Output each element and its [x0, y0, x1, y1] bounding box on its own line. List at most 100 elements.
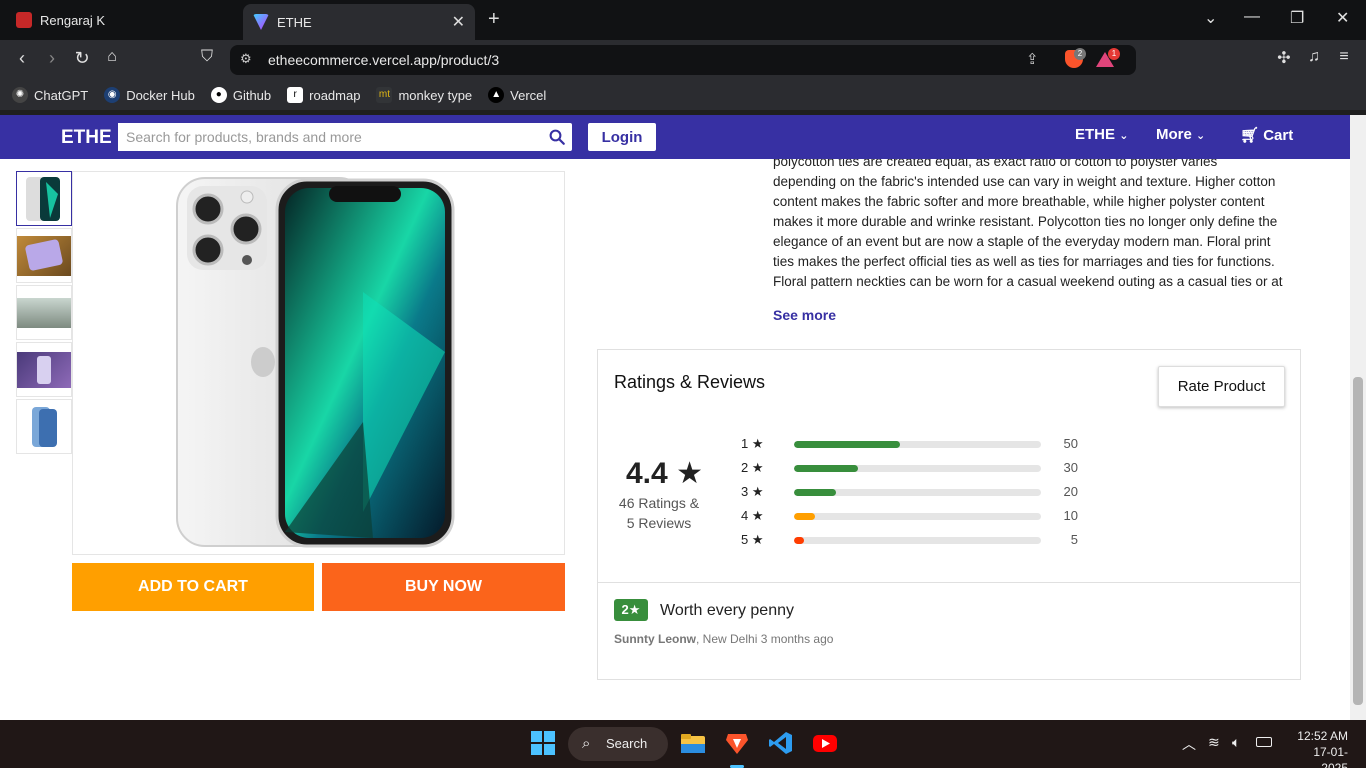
address-bar[interactable]: ⚙ etheecommerce.vercel.app/product/3 ⇪ 2… — [230, 45, 1136, 75]
brave-browser-icon[interactable] — [724, 730, 750, 756]
rating-count: 20 — [1063, 484, 1078, 499]
bookmark-github[interactable]: ● Github — [210, 87, 271, 103]
close-window-icon[interactable]: ✕ — [1336, 8, 1349, 28]
minimize-icon[interactable]: — — [1244, 8, 1260, 26]
chevron-down-icon: ⌄ — [1196, 130, 1206, 142]
file-explorer-icon[interactable] — [680, 730, 706, 756]
thumbnail-3[interactable] — [16, 285, 72, 340]
review-meta: Sunnty Leonw, New Delhi 3 months ago — [614, 632, 833, 646]
menu-icon[interactable]: ≡ — [1332, 48, 1356, 66]
bookmark-monkey-type[interactable]: mt monkey type — [376, 87, 472, 103]
image-thumbnails — [16, 171, 72, 456]
site-logo[interactable]: ETHE — [61, 127, 112, 149]
battery-icon[interactable] — [1256, 737, 1272, 747]
star-icon: ★ — [676, 457, 703, 490]
phone-blue-thumbnail — [32, 406, 57, 447]
youtube-icon[interactable] — [812, 730, 838, 756]
url-text[interactable]: etheecommerce.vercel.app/product/3 — [268, 52, 499, 68]
ratings-summary: 46 Ratings & 5 Reviews — [618, 495, 700, 531]
product-description: polycotton ties are created equal, as ex… — [773, 159, 1303, 292]
reload-icon[interactable]: ↻ — [70, 48, 94, 69]
tab-title: ETHE — [277, 14, 312, 30]
ratings-title: Ratings & Reviews — [614, 372, 766, 392]
extensions-icon[interactable]: ✣ — [1272, 48, 1296, 68]
phone-outdoor-thumbnail — [17, 297, 71, 328]
search-input[interactable] — [118, 123, 538, 151]
description-line: content makes the fabric softer and more… — [773, 194, 1265, 209]
rating-count: 10 — [1063, 508, 1078, 523]
wifi-icon[interactable]: ≋ — [1208, 734, 1220, 751]
rating-distribution-row: 5 ★ 5 — [741, 532, 1078, 547]
bookmark-roadmap[interactable]: r roadmap — [287, 87, 360, 103]
tab-close-icon[interactable]: ✕ — [452, 12, 465, 32]
add-to-cart-button[interactable]: ADD TO CART — [72, 563, 314, 611]
forward-icon[interactable]: › — [40, 48, 64, 69]
review-time: 3 months ago — [760, 632, 834, 646]
description-line: Floral pattern neckties can be worn for … — [773, 274, 1283, 289]
share-icon[interactable]: ⇪ — [1026, 50, 1039, 68]
taskbar-clock[interactable]: 12:52 AM 17-01-2025 — [1290, 728, 1348, 768]
ratings-reviews-panel: Ratings & Reviews Rate Product 4.4 ★ 46 … — [597, 349, 1301, 680]
phone-purple-thumbnail — [17, 235, 71, 276]
rate-product-button[interactable]: Rate Product — [1158, 366, 1285, 407]
thumbnail-4[interactable] — [16, 342, 72, 397]
restore-icon[interactable]: ❐ — [1290, 8, 1304, 28]
rating-bar — [794, 441, 1041, 448]
thumbnail-5[interactable] — [16, 399, 72, 454]
see-more-link[interactable]: See more — [773, 307, 836, 323]
scrollbar-thumb[interactable] — [1353, 377, 1363, 705]
taskbar-search[interactable]: ⌕ Search — [568, 727, 668, 761]
login-button[interactable]: Login — [588, 123, 656, 151]
main-product-image — [72, 171, 565, 555]
description-line: polycotton ties are created equal, as ex… — [773, 159, 1218, 169]
back-icon[interactable]: ‹ — [10, 48, 34, 69]
thumbnail-2[interactable] — [16, 228, 72, 283]
site-info-icon[interactable]: ⚙ — [240, 51, 252, 67]
chevron-down-icon: ⌄ — [1119, 130, 1129, 142]
bookmark-chatgpt[interactable]: ✺ ChatGPT — [12, 87, 88, 103]
rating-bar — [794, 489, 1041, 496]
review-location: , New Delhi — [696, 632, 758, 646]
rating-count: 30 — [1063, 460, 1078, 475]
average-rating: 4.4 ★ — [626, 457, 703, 490]
thumbnail-1[interactable] — [16, 171, 72, 226]
rating-distribution-row: 4 ★ 10 — [741, 508, 1078, 523]
bookmarks-bar: ✺ ChatGPT ◉ Docker Hub ● Github r roadma… — [0, 80, 1366, 110]
github-icon: ● — [210, 87, 227, 103]
tray-chevron-up-icon[interactable]: ︿ — [1182, 734, 1196, 754]
search-icon[interactable] — [548, 128, 566, 146]
bookmark-icon[interactable]: ⛉ — [195, 48, 219, 66]
rating-bar — [794, 465, 1041, 472]
review-author: Sunnty Leonw — [614, 632, 696, 646]
tab-ethe[interactable]: ETHE ✕ — [243, 4, 475, 40]
rating-distribution-row: 2 ★ 30 — [741, 460, 1078, 475]
star-icon: ★ — [751, 508, 764, 523]
page-scrollbar[interactable] — [1350, 115, 1366, 720]
tab-list-chevron-icon[interactable]: ⌄ — [1204, 8, 1217, 28]
volume-icon[interactable]: 🔈︎ — [1232, 734, 1240, 751]
star-icon: ★ — [751, 436, 764, 451]
vercel-icon: ▲ — [488, 87, 505, 103]
docker-icon: ◉ — [104, 87, 121, 103]
description-line: makes it more durable and wrinke resista… — [773, 214, 1278, 229]
new-tab-icon[interactable]: + — [488, 8, 500, 31]
tab-rengaraj[interactable]: Rengaraj K — [8, 4, 238, 36]
star-icon: ★ — [628, 602, 641, 617]
rating-bar-fill — [794, 489, 836, 496]
star-icon: ★ — [751, 484, 764, 499]
home-icon[interactable]: ⌂ — [100, 48, 124, 66]
vscode-icon[interactable] — [768, 730, 794, 756]
ethe-menu[interactable]: ETHE ⌄ — [1075, 126, 1128, 143]
buy-now-button[interactable]: BUY NOW — [322, 563, 565, 611]
rating-bar-fill — [794, 441, 901, 448]
description-line: elegance of an event but are now a stapl… — [773, 234, 1271, 249]
windows-start-icon[interactable] — [530, 730, 556, 756]
cart-link[interactable]: 🛒︎ Cart — [1240, 126, 1293, 144]
phone-hand-thumbnail — [17, 351, 71, 388]
more-menu[interactable]: More ⌄ — [1156, 126, 1205, 143]
bookmark-docker-hub[interactable]: ◉ Docker Hub — [104, 87, 195, 103]
bookmark-vercel[interactable]: ▲ Vercel — [488, 87, 546, 103]
media-icon[interactable]: ♫ — [1302, 48, 1326, 66]
rating-distribution-row: 1 ★ 50 — [741, 436, 1078, 451]
vite-favicon-icon — [253, 14, 269, 30]
